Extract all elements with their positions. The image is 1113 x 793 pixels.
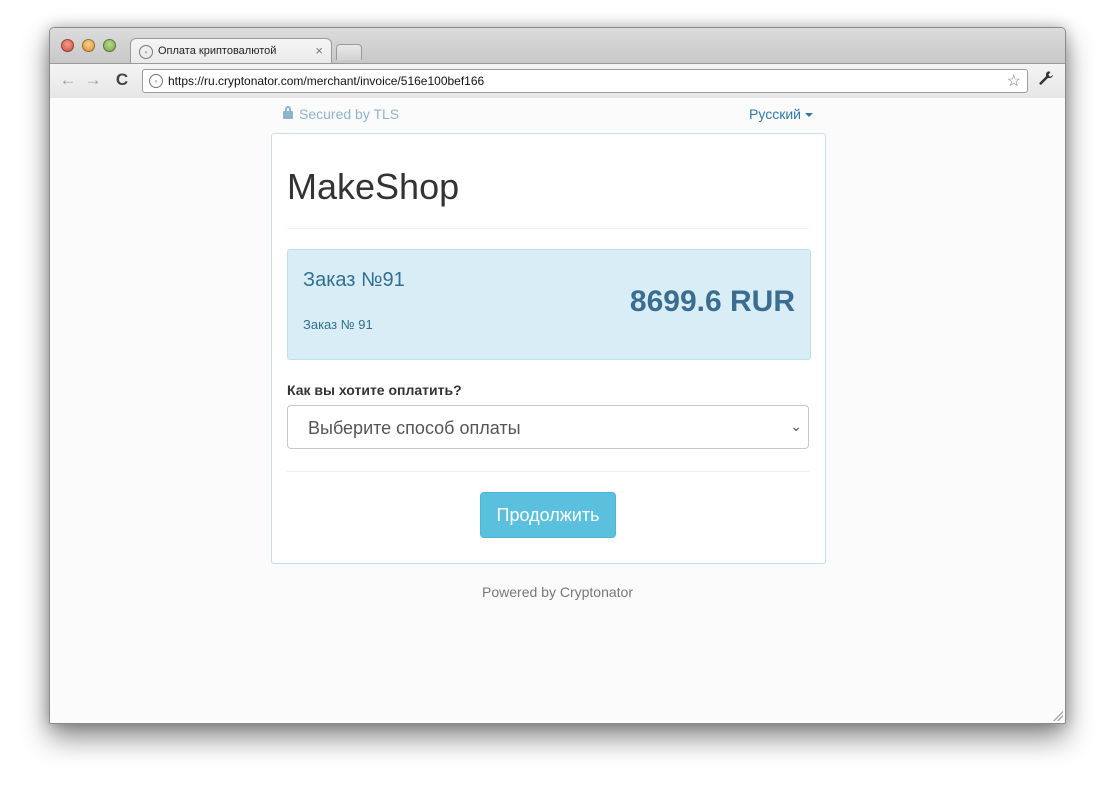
wrench-icon-svg — [1039, 71, 1053, 85]
order-description: Заказ № 91 — [303, 317, 373, 332]
back-arrow-icon[interactable]: ← — [58, 70, 78, 90]
browser-tab[interactable]: ◦ Оплата криптовалютой × — [130, 38, 332, 65]
caret-down-icon — [805, 113, 813, 118]
maximize-window-button[interactable] — [103, 39, 116, 52]
continue-button[interactable]: Продолжить — [480, 492, 616, 538]
shop-name: MakeShop — [287, 166, 460, 207]
payment-method-select[interactable]: Выберите способ оплаты ⌄ — [287, 405, 809, 449]
page-content: Secured by TLS Русский MakeShop Заказ №9… — [50, 98, 1065, 723]
payment-question-label: Как вы хотите оплатить? — [287, 382, 462, 398]
language-label: Русский — [749, 106, 801, 122]
tab-close-icon[interactable]: × — [315, 43, 323, 58]
divider — [287, 228, 809, 229]
divider — [287, 471, 809, 472]
secured-label: Secured by TLS — [299, 106, 400, 122]
globe-icon: ◦ — [149, 74, 163, 88]
order-title: Заказ №91 — [303, 269, 405, 291]
chevron-down-icon: ⌄ — [790, 418, 802, 434]
top-line: Secured by TLS Русский — [283, 106, 813, 126]
browser-window: ◦ Оплата криптовалютой × ← → C ◦ https:/… — [49, 27, 1066, 724]
reload-icon[interactable]: C — [112, 70, 132, 90]
powered-by-footer: Powered by Cryptonator — [482, 584, 633, 600]
forward-arrow-icon[interactable]: → — [83, 70, 103, 90]
title-bar: ◦ Оплата криптовалютой × — [50, 28, 1065, 65]
secured-indicator: Secured by TLS — [283, 106, 399, 122]
language-dropdown[interactable]: Русский — [749, 106, 813, 122]
address-bar[interactable]: ◦ https://ru.cryptonator.com/merchant/in… — [142, 69, 1028, 93]
globe-icon: ◦ — [139, 45, 153, 59]
url-text[interactable]: https://ru.cryptonator.com/merchant/invo… — [168, 74, 484, 88]
new-tab-button[interactable] — [336, 44, 362, 60]
close-window-button[interactable] — [61, 39, 74, 52]
invoice-card: MakeShop Заказ №91 Заказ № 91 8699.6 RUR… — [271, 133, 826, 564]
order-amount: 8699.6 RUR — [629, 285, 795, 318]
bookmark-star-icon[interactable]: ☆ — [1007, 71, 1021, 91]
browser-toolbar: ← → C ◦ https://ru.cryptonator.com/merch… — [50, 63, 1065, 99]
minimize-window-button[interactable] — [82, 39, 95, 52]
tab-title: Оплата криптовалютой — [158, 45, 277, 57]
lock-icon — [283, 106, 293, 119]
resize-grip-icon[interactable] — [1053, 711, 1063, 721]
wrench-icon[interactable] — [1038, 70, 1054, 91]
payment-select-placeholder: Выберите способ оплаты — [308, 418, 521, 438]
order-summary: Заказ №91 Заказ № 91 8699.6 RUR — [287, 249, 811, 360]
